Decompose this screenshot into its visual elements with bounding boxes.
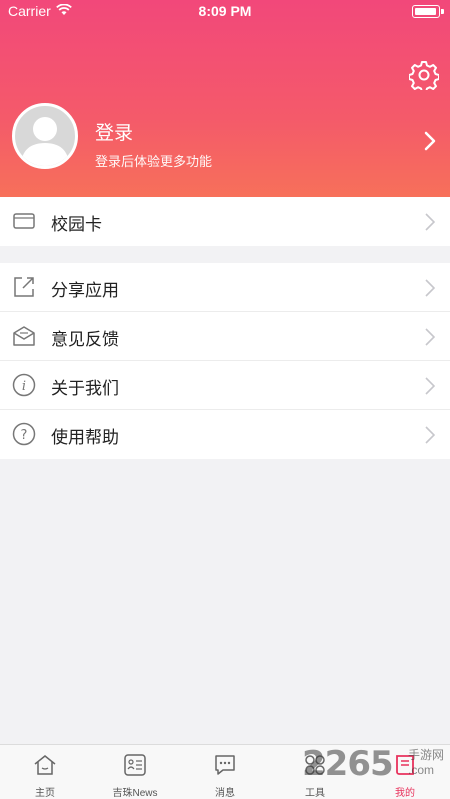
actions-section: 分享应用 意见反馈 i 关于我们 ? 使用帮助 <box>0 263 450 459</box>
chevron-right-icon <box>424 131 436 151</box>
tab-home[interactable]: 主页 <box>0 745 90 799</box>
tab-label: 工具 <box>305 788 325 799</box>
menu-item-label: 意见反馈 <box>51 330 119 349</box>
tab-label: 主页 <box>35 788 55 799</box>
user-silhouette-icon <box>21 117 69 166</box>
profile-book-icon <box>396 755 414 775</box>
login-subtitle: 登录后体验更多功能 <box>95 154 213 169</box>
tab-mine[interactable]: 我的 <box>360 745 450 799</box>
menu-item-label: 使用帮助 <box>51 428 119 447</box>
menu-item-about[interactable]: i 关于我们 <box>0 361 450 410</box>
card-section: 校园卡 <box>0 197 450 246</box>
chevron-right-icon <box>425 377 435 395</box>
battery-tip <box>441 9 444 14</box>
tab-label: 吉珠News <box>112 788 158 799</box>
login-entry[interactable]: 登录 登录后体验更多功能 <box>0 100 450 180</box>
card-icon <box>13 213 35 229</box>
tab-messages[interactable]: 消息 <box>180 745 270 799</box>
tab-news[interactable]: 吉珠News <box>90 745 180 799</box>
tab-label: 我的 <box>395 788 415 799</box>
tools-icon <box>305 755 325 775</box>
avatar[interactable] <box>12 103 78 169</box>
message-icon <box>215 755 235 775</box>
status-bar: Carrier 8:09 PM <box>0 0 450 24</box>
info-icon: i <box>12 373 36 397</box>
tab-label: 消息 <box>215 788 235 799</box>
chevron-right-icon <box>425 426 435 444</box>
login-title: 登录 <box>95 123 134 144</box>
home-icon <box>34 755 56 775</box>
tab-tools[interactable]: 工具 <box>270 745 360 799</box>
menu-item-label: 关于我们 <box>51 379 119 398</box>
profile-header: Carrier 8:09 PM 登录 登录后体验更多功能 <box>0 0 450 197</box>
menu-item-label: 校园卡 <box>51 215 102 234</box>
chevron-right-icon <box>425 328 435 346</box>
svg-text:i: i <box>22 379 26 394</box>
clock: 8:09 PM <box>198 3 252 19</box>
feedback-mail-icon <box>13 326 35 346</box>
menu-item-feedback[interactable]: 意见反馈 <box>0 312 450 361</box>
battery-icon <box>412 5 440 18</box>
chevron-right-icon <box>425 213 435 231</box>
news-icon <box>124 754 146 776</box>
tab-bar: 主页 吉珠News 消息 工具 我的 <box>0 744 450 799</box>
gear-icon[interactable] <box>409 60 439 90</box>
menu-item-label: 分享应用 <box>51 281 119 300</box>
chevron-right-icon <box>425 279 435 297</box>
menu-item-help[interactable]: ? 使用帮助 <box>0 410 450 459</box>
svg-text:?: ? <box>21 428 28 443</box>
menu-item-campus-card[interactable]: 校园卡 <box>0 197 450 246</box>
help-icon: ? <box>12 422 36 446</box>
menu-item-share[interactable]: 分享应用 <box>0 263 450 312</box>
share-icon <box>14 277 34 297</box>
